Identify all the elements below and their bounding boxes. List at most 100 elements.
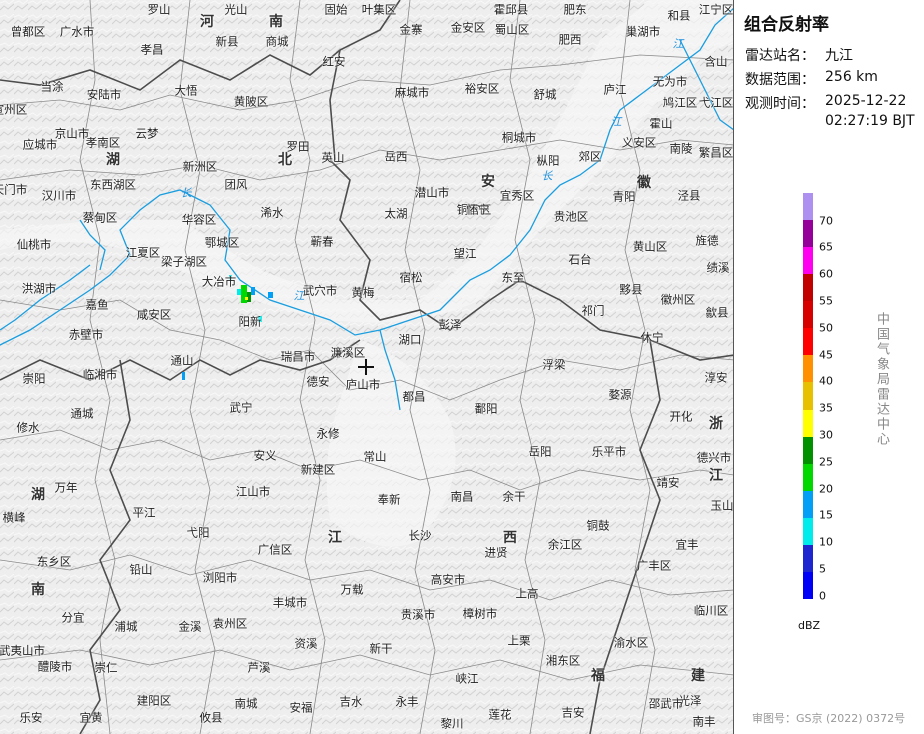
legend-tick-label: 0 [819,589,826,603]
river-label: 江 [672,37,684,51]
place-label: 潜山市 [414,185,450,200]
place-label: 丰城市 [272,595,308,610]
legend-tick-label: 15 [819,508,833,522]
place-label: 新县 [215,34,239,49]
legend-swatch [803,490,813,519]
time-clock: 02:27:19 BJT [825,113,915,129]
legend-unit: dBZ [798,619,821,632]
place-label: 南昌 [450,489,474,504]
place-label: 商城 [265,34,289,49]
place-label: 浮梁 [542,357,566,372]
place-label: 舒城 [533,87,557,102]
place-label: 湖口 [398,332,422,347]
place-label: 蕲春 [310,234,334,249]
place-label: 黄梅 [351,285,375,300]
place-label: 武宁 [229,400,253,415]
place-label: 安义 [253,448,277,463]
province-label: 建 [691,668,705,684]
place-label: 华容区 [181,212,217,227]
place-label: 青阳 [612,189,636,204]
radar-map[interactable]: 河 南 湖 北 安 徽 江 西 湖 南 浙 江 福 建 长 长 江 江 江 罗山… [0,0,734,734]
product-title: 组合反射率 [744,15,829,35]
place-label: 江山市 [235,484,271,499]
legend-swatch [803,571,813,600]
legend-tick-label: 35 [819,401,833,415]
station-row: 雷达站名： 九江 [745,45,853,65]
place-label: 蜀山区 [494,22,530,37]
place-label: 婺源 [608,387,632,402]
legend-tick-label: 25 [819,455,833,469]
place-label: 泾县 [677,188,701,203]
province-label: 福 [591,668,605,684]
place-label: 永修 [316,426,340,441]
place-label: 罗田 [286,139,310,154]
legend-tick-label: 45 [819,348,833,361]
legend-swatch [803,463,813,492]
place-label: 进贤 [484,545,508,560]
place-label: 郊区 [578,149,602,164]
legend-tick-label: 50 [819,321,833,335]
place-label: 通山 [170,353,194,368]
place-label: 黎川 [440,716,464,731]
place-label: 岳阳 [528,444,552,459]
legend-swatch [803,247,813,275]
place-label: 霍邱县 [493,2,529,17]
place-label: 莲花 [488,707,512,722]
legend-tick-label: 5 [819,562,826,576]
province-label: 江 [328,530,342,546]
place-label: 长沙 [408,528,432,543]
legend-swatch [803,193,813,221]
place-label: 资溪 [294,636,318,651]
place-label: 应城市 [22,137,58,152]
place-label: 巢湖市 [625,24,661,39]
place-label: 广丰区 [636,558,672,573]
legend-tick-label: 30 [819,428,833,442]
place-label: 湘东区 [545,653,581,668]
place-label: 宜秀区 [499,188,535,203]
legend-swatch [803,355,813,383]
place-label: 云梦 [135,126,159,141]
province-label: 北 [278,152,292,168]
place-label: 团风 [224,177,248,192]
place-label: 绩溪 [706,260,730,275]
place-label: 浠水 [260,205,284,220]
legend-tick-label: 65 [819,240,833,254]
legend-swatch [803,274,813,302]
place-label: 宿松 [399,270,423,285]
place-label: 洪湖市 [21,281,57,296]
place-label: 常山 [363,449,387,464]
legend-swatch [803,382,813,411]
place-label: 枞阳 [536,153,560,168]
time-clock-row: 02:27:19 BJT [825,113,915,129]
time-date: 2025-12-22 [825,93,907,109]
legend-swatch [803,220,813,248]
place-label: 新干 [369,641,393,656]
place-label: 当涂 [40,79,64,94]
place-label: 修水 [16,420,40,435]
place-label: 金溪 [178,619,202,634]
place-label: 东西湖区 [90,177,136,192]
place-label: 铅山 [129,562,153,577]
place-label: 袁州区 [212,616,248,631]
province-label: 湖 [31,487,45,503]
place-label: 鄂城区 [204,235,240,250]
place-label: 徽州区 [660,292,696,307]
place-label: 金安区 [450,20,486,35]
place-label: 太湖 [384,206,408,221]
place-label: 新建区 [300,462,336,477]
place-label: 繁昌区 [698,145,734,160]
place-label: 开化 [669,409,693,424]
place-label: 望江 [453,246,477,261]
province-label: 南 [31,582,45,598]
place-label: 岳西 [384,149,408,164]
place-label: 东至 [501,270,525,285]
place-label: 峡江 [455,671,479,686]
legend-tick-label: 40 [819,374,833,388]
place-label: 孝南区 [85,135,121,150]
place-label: 大冶市 [201,274,237,289]
place-label: 芦溪 [247,660,271,675]
station-label: 雷达站名： [745,48,815,64]
place-label: 庐江 [603,82,627,97]
place-label: 鸠江区 [662,95,698,110]
place-label: 贵池区 [553,209,589,224]
